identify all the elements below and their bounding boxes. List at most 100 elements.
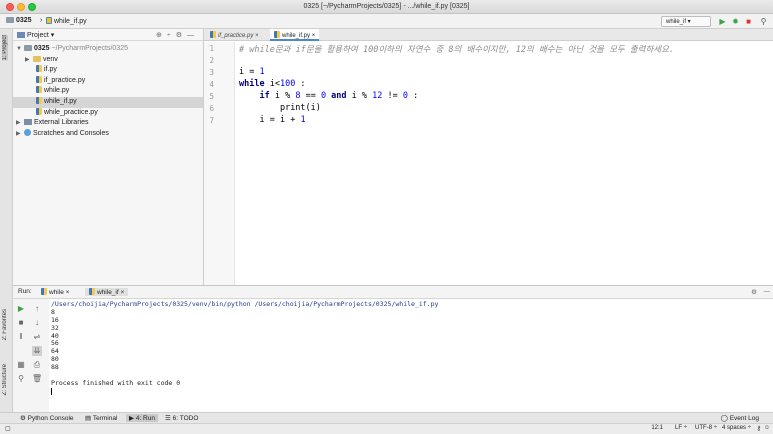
scroll-down-icon[interactable]: ↓ bbox=[32, 318, 42, 328]
run-console-output[interactable]: /Users/choijia/PycharmProjects/0325/venv… bbox=[49, 299, 773, 413]
project-panel-tools: ⊕÷⚙— bbox=[156, 31, 199, 39]
folder-icon bbox=[24, 45, 32, 51]
tree-item-file-selected[interactable]: while_if.py bbox=[13, 96, 203, 108]
hide-icon[interactable]: — bbox=[764, 288, 771, 295]
python-console-icon: ⚙ bbox=[20, 415, 26, 422]
run-icon[interactable]: ▶ bbox=[717, 16, 728, 27]
close-tab-icon[interactable]: × bbox=[255, 33, 259, 39]
terminal-icon: ▤ bbox=[85, 415, 92, 422]
line-number: 3 bbox=[209, 68, 214, 77]
pin-icon[interactable]: ⚲ bbox=[16, 374, 26, 384]
run-toolbar: ▶ ↑ ■ ↓ ‖ ⇌ ⇊ ▦ ⎙ ⚲ 🗑 bbox=[13, 299, 47, 413]
python-file-icon bbox=[274, 31, 280, 38]
todo-icon: ☰ bbox=[165, 415, 171, 422]
event-log-tab[interactable]: ◯ Event Log bbox=[721, 414, 759, 422]
library-icon bbox=[24, 119, 32, 126]
bottom-tool-tabs: ⚙ Python Console ▤ Terminal ▶ 4: Run ☰ 6… bbox=[0, 412, 773, 423]
stop-icon[interactable]: ■ bbox=[16, 318, 26, 328]
collapse-icon[interactable]: ÷ bbox=[167, 32, 176, 39]
python-file-icon bbox=[36, 96, 42, 104]
search-icon[interactable]: ⚲ bbox=[758, 16, 769, 27]
python-file-icon bbox=[36, 65, 42, 73]
structure-tool-tab[interactable]: Z: Structure bbox=[2, 364, 8, 395]
collapse-arrow-icon[interactable]: ▶ bbox=[25, 55, 33, 66]
project-panel-header: Project ▾ ⊕÷⚙— bbox=[13, 29, 203, 41]
todo-tab[interactable]: ☰ 6: TODO bbox=[165, 414, 198, 422]
project-tool-tab[interactable]: 1: Project bbox=[2, 35, 8, 61]
console-line: 56 bbox=[51, 339, 59, 348]
left-tool-strip: 1: Project 2: Favorites Z: Structure bbox=[0, 29, 13, 412]
pause-icon[interactable]: ‖ bbox=[16, 332, 26, 342]
code-line-print: print(i) bbox=[279, 103, 321, 113]
locate-icon[interactable]: ⊕ bbox=[156, 32, 167, 39]
tree-item-file[interactable]: if.py bbox=[13, 65, 203, 76]
console-line: 64 bbox=[51, 347, 59, 356]
run-panel-header: Run: while × while_if × ⚙ — bbox=[13, 286, 773, 299]
folder-icon bbox=[6, 17, 14, 23]
tree-item-project-root[interactable]: ▼ 0325 ~/PycharmProjects/0325 bbox=[13, 44, 203, 55]
tree-item-file[interactable]: while.py bbox=[13, 86, 203, 97]
gear-icon[interactable]: ⚙ bbox=[176, 32, 187, 39]
editor-tab-bar: if_practice.py × while_if.py × bbox=[204, 29, 773, 41]
console-input-line[interactable] bbox=[51, 387, 771, 396]
tree-item-file[interactable]: while_practice.py bbox=[13, 107, 203, 119]
code-line-while: while i<100 : bbox=[239, 79, 306, 89]
layout-icon[interactable]: ▦ bbox=[16, 360, 26, 370]
indent-settings[interactable]: 4 spaces ÷ bbox=[722, 425, 751, 431]
inspector-icon[interactable]: ☺ bbox=[764, 425, 770, 431]
scratches-icon bbox=[24, 128, 31, 136]
run-tab[interactable]: ▶ 4: Run bbox=[126, 414, 158, 422]
tree-item-venv[interactable]: ▶ venv bbox=[13, 55, 203, 66]
favorites-tool-tab[interactable]: 2: Favorites bbox=[2, 309, 8, 340]
tree-item-scratches[interactable]: ▶ Scratches and Consoles bbox=[13, 128, 203, 140]
event-log-icon: ◯ bbox=[720, 415, 728, 422]
tree-item-external-libraries[interactable]: ▶ External Libraries bbox=[13, 118, 203, 129]
breadcrumb-project[interactable]: 0325 bbox=[6, 17, 32, 24]
debug-icon[interactable]: ✹ bbox=[730, 16, 741, 27]
python-file-icon bbox=[36, 75, 42, 83]
close-tab-icon[interactable]: × bbox=[66, 289, 70, 296]
scroll-to-end-icon[interactable]: ⇊ bbox=[32, 346, 42, 356]
line-separator[interactable]: LF ÷ bbox=[675, 425, 687, 431]
tab-while-if[interactable]: while_if.py × bbox=[270, 29, 320, 41]
tab-if-practice[interactable]: if_practice.py × bbox=[206, 29, 263, 41]
file-encoding[interactable]: UTF-8 ÷ bbox=[695, 425, 717, 431]
collapse-arrow-icon[interactable]: ▶ bbox=[16, 118, 24, 129]
code-line-increment: i = i + 1 bbox=[259, 115, 306, 125]
python-file-icon bbox=[89, 288, 95, 295]
stop-icon[interactable]: ■ bbox=[743, 16, 754, 27]
tree-item-file[interactable]: if_practice.py bbox=[13, 75, 203, 87]
project-view-select[interactable]: Project ▾ bbox=[27, 32, 54, 39]
code-editor[interactable]: if_practice.py × while_if.py × 1 2 3 4 5… bbox=[204, 29, 773, 285]
caret-position[interactable]: 12:1 bbox=[651, 425, 663, 431]
breadcrumb-file[interactable]: while_if.py bbox=[46, 17, 87, 25]
delete-icon[interactable]: 🗑 bbox=[32, 374, 42, 384]
expand-arrow-icon[interactable]: ▼ bbox=[16, 44, 24, 55]
collapse-arrow-icon[interactable]: ▶ bbox=[16, 129, 24, 140]
terminal-tab[interactable]: ▤ Terminal bbox=[85, 414, 117, 422]
toggle-tool-windows-icon[interactable]: ▢ bbox=[5, 425, 11, 432]
code-line-assign: i = 1 bbox=[239, 67, 265, 77]
lock-icon[interactable]: ⚷ bbox=[757, 425, 761, 432]
run-tab-while-if[interactable]: while_if × bbox=[85, 288, 129, 296]
project-panel: Project ▾ ⊕÷⚙— ▼ 0325 ~/PycharmProjects/0… bbox=[13, 29, 204, 285]
console-line: 88 bbox=[51, 363, 59, 372]
scroll-up-icon[interactable]: ↑ bbox=[32, 304, 42, 314]
python-file-icon bbox=[46, 17, 52, 24]
project-view-icon bbox=[17, 32, 25, 38]
run-icon: ▶ bbox=[129, 415, 134, 422]
rerun-icon[interactable]: ▶ bbox=[16, 304, 26, 314]
hide-icon[interactable]: — bbox=[187, 32, 199, 39]
breadcrumb-separator: › bbox=[40, 17, 43, 24]
close-tab-icon[interactable]: × bbox=[121, 289, 125, 296]
console-line: Process finished with exit code 0 bbox=[51, 378, 181, 387]
run-tab-while[interactable]: while × bbox=[41, 288, 69, 296]
gear-icon[interactable]: ⚙ bbox=[751, 288, 757, 296]
run-configuration-select[interactable]: while_if ▾ bbox=[661, 16, 711, 27]
soft-wrap-icon[interactable]: ⇌ bbox=[32, 332, 42, 342]
python-console-tab[interactable]: ⚙ Python Console bbox=[20, 414, 74, 422]
status-bar: ▢ 12:1 LF ÷ UTF-8 ÷ 4 spaces ÷ ⚷ ☺ bbox=[0, 423, 773, 434]
console-line: 32 bbox=[51, 323, 59, 332]
close-tab-icon[interactable]: × bbox=[312, 33, 316, 39]
print-icon[interactable]: ⎙ bbox=[32, 360, 42, 370]
